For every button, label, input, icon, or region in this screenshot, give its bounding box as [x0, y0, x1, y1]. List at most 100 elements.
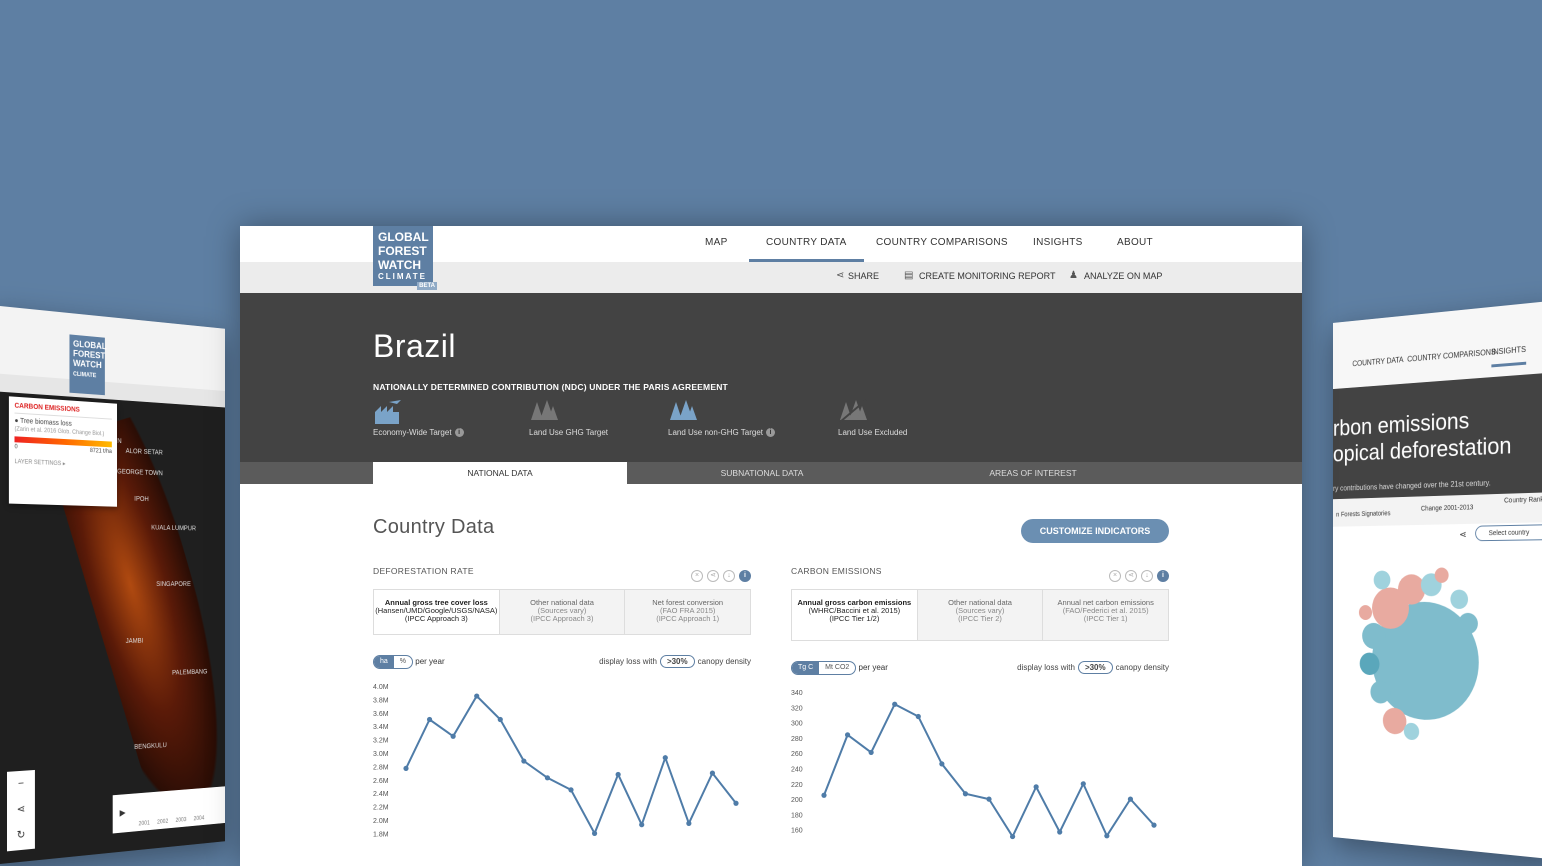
data-point[interactable]	[892, 701, 898, 707]
create-report-button[interactable]: CREATE MONITORING REPORT	[919, 271, 1056, 281]
nav-item-map[interactable]: MAP	[705, 237, 728, 248]
source-tab[interactable]: Other national data (Sources vary) (IPCC…	[498, 590, 625, 634]
data-point[interactable]	[986, 796, 992, 802]
data-point[interactable]	[1009, 833, 1016, 840]
carbon-emissions-line-chart: 340 320 300 280 260 240 220 200 180 160	[791, 690, 1157, 840]
unit-option[interactable]: ha	[374, 656, 394, 668]
nav-item-country-data[interactable]: COUNTRY DATA	[749, 237, 864, 262]
unit-toggle[interactable]: ha%	[373, 655, 414, 669]
nav-item-insights[interactable]: INSIGHTS	[1033, 237, 1083, 248]
close-icon[interactable]: ×	[691, 570, 703, 582]
nav-item-country-comparisons[interactable]: COUNTRY COMPARISONS	[1407, 348, 1496, 364]
canopy-label: display loss with	[599, 657, 657, 666]
document-icon: ▤	[904, 270, 914, 281]
data-point[interactable]	[709, 770, 716, 776]
unit-option[interactable]: %	[394, 656, 412, 668]
tab-subnational-data[interactable]: SUBNATIONAL DATA	[627, 462, 897, 484]
data-point[interactable]	[939, 761, 945, 767]
share-icon[interactable]: ⋖	[7, 796, 35, 824]
layer-settings-link[interactable]: LAYER SETTINGS ▸	[15, 458, 112, 469]
y-tick-label: 220	[791, 782, 803, 789]
data-point[interactable]	[686, 820, 692, 826]
deforestation-rate-panel: DEFORESTATION RATE × ⋖ ↓ i Annual gross tre…	[373, 562, 751, 866]
insights-subtitle: ry contributions have changed over the 2…	[1332, 478, 1491, 493]
data-point[interactable]	[844, 732, 851, 738]
y-tick-label: 340	[791, 690, 803, 697]
share-button[interactable]: SHARE	[848, 271, 879, 281]
unit-toggle[interactable]: Tg C Mt CO2	[791, 661, 857, 675]
data-point[interactable]	[639, 822, 645, 828]
data-point[interactable]	[568, 787, 574, 793]
y-tick-label: 180	[791, 812, 803, 819]
data-point[interactable]	[733, 800, 739, 806]
data-point[interactable]	[521, 758, 527, 764]
data-point[interactable]	[544, 775, 551, 781]
data-point[interactable]	[868, 749, 874, 756]
y-tick-label: 160	[791, 828, 803, 835]
gfw-logo[interactable]: GLOBAL FOREST WATCH CLIMATE	[69, 334, 107, 396]
data-point[interactable]	[426, 716, 433, 723]
data-point[interactable]	[962, 791, 969, 797]
data-point[interactable]	[1151, 822, 1157, 828]
legend-max: 8721 t/ha	[89, 448, 112, 455]
legend-title: CARBON EMISSIONS	[14, 402, 112, 420]
timeline-year: 2001	[138, 820, 150, 828]
play-icon[interactable]: ▶	[120, 808, 126, 819]
filter-label[interactable]: Country Ranking	[1504, 496, 1542, 504]
info-icon[interactable]: i	[1157, 570, 1169, 582]
data-point[interactable]	[450, 733, 456, 739]
data-point[interactable]	[474, 693, 480, 699]
data-point[interactable]	[497, 716, 503, 723]
unit-option[interactable]: Mt CO2	[819, 662, 855, 674]
canopy-density-select[interactable]: >30%	[659, 655, 695, 668]
data-point[interactable]	[1033, 784, 1039, 790]
close-icon[interactable]: ×	[1109, 570, 1121, 582]
data-point[interactable]	[821, 792, 827, 798]
analyze-on-map-button[interactable]: ANALYZE ON MAP	[1084, 271, 1162, 281]
data-point[interactable]	[915, 713, 921, 720]
map-preview-card: ALOR SETAR GEORGE TOWN IPOH KUALA LUMPUR…	[0, 305, 225, 865]
download-icon[interactable]: ↓	[1141, 570, 1153, 582]
legend-min: 0	[14, 444, 18, 451]
info-icon[interactable]: i	[766, 428, 776, 438]
data-point[interactable]	[1104, 833, 1110, 839]
nav-item-country-data[interactable]: COUNTRY DATA	[1352, 355, 1403, 368]
filter-label[interactable]: Change 2001-2013	[1421, 504, 1473, 512]
source-tab[interactable]: Annual net carbon emissions (FAO/Federic…	[1042, 590, 1168, 640]
refresh-icon[interactable]: ↻	[7, 821, 35, 849]
tab-national-data[interactable]: NATIONAL DATA	[373, 462, 627, 484]
canopy-density-select[interactable]: >30%	[1077, 661, 1113, 674]
info-icon[interactable]: i	[454, 428, 464, 438]
data-point[interactable]	[662, 755, 668, 761]
data-point[interactable]	[615, 771, 621, 778]
panel-actions: × ⋖ ↓ i	[687, 564, 751, 582]
nav-item-country-comparisons[interactable]: COUNTRY COMPARISONS	[876, 237, 1008, 248]
logo-text: WATCH	[73, 358, 102, 371]
gfw-climate-logo[interactable]: GLOBAL FOREST WATCH CLIMATE BETA	[373, 226, 437, 290]
info-icon[interactable]: i	[739, 570, 751, 582]
download-icon[interactable]: ↓	[723, 570, 735, 582]
data-point[interactable]	[1057, 829, 1063, 835]
customize-indicators-button[interactable]: CUSTOMIZE INDICATORS	[1021, 519, 1169, 543]
source-tab[interactable]: Other national data (Sources vary) (IPCC…	[916, 590, 1043, 640]
data-point[interactable]	[403, 765, 409, 772]
share-icon[interactable]: ⋖	[707, 570, 719, 582]
insights-hero: rbon emissions opical deforestation ry c…	[1332, 372, 1542, 500]
data-point[interactable]	[1080, 781, 1086, 787]
source-tab[interactable]: Net forest conversion (FAO FRA 2015) (IP…	[624, 590, 750, 634]
data-point[interactable]	[1127, 796, 1134, 802]
deforestation-line-chart: 4.0M 3.8M 3.6M 3.4M 3.2M 3.0M 2.8M 2.6M 2.4M 2.2M…	[373, 684, 739, 838]
nav-item-about[interactable]: ABOUT	[1117, 237, 1153, 248]
data-point[interactable]	[591, 830, 598, 836]
source-tab[interactable]: Annual gross carbon emissions (WHRC/Bacc…	[792, 590, 917, 640]
zoom-out-button[interactable]: −	[7, 770, 35, 798]
nav-item-insights[interactable]: INSIGHTS	[1491, 344, 1526, 368]
tab-areas-of-interest[interactable]: AREAS OF INTEREST	[897, 462, 1169, 484]
share-icon[interactable]: ⋖	[1125, 570, 1137, 582]
unit-option[interactable]: Tg C	[792, 662, 820, 674]
canopy-density-control: display loss with >30% canopy density	[599, 655, 751, 668]
source-tab[interactable]: Annual gross tree cover loss (Hansen/UMD…	[374, 590, 499, 634]
country-select[interactable]: Select country	[1475, 524, 1542, 542]
logo-text: CLIMATE	[73, 371, 97, 380]
share-icon[interactable]: ⋖	[1459, 530, 1466, 541]
